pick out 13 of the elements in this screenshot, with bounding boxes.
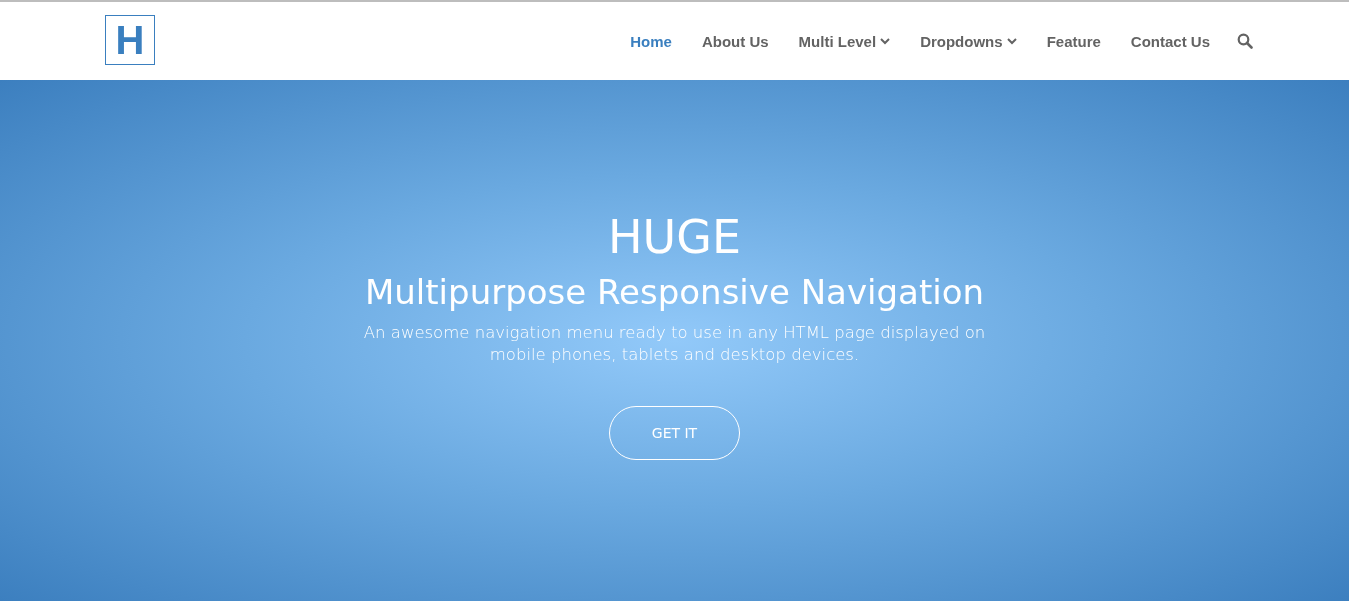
nav-link[interactable]: About Us — [686, 32, 784, 50]
nav-link[interactable]: Dropdowns — [905, 32, 1032, 50]
nav-link[interactable]: Home — [615, 32, 687, 50]
nav-link[interactable]: Contact Us — [1115, 32, 1225, 50]
nav-link[interactable]: Multi Level — [783, 32, 906, 50]
hero-title: HUGE — [608, 210, 741, 264]
search-icon[interactable] — [1237, 33, 1253, 49]
logo[interactable]: H — [105, 15, 155, 65]
nav-link[interactable]: Feature — [1031, 32, 1116, 50]
chevron-down-icon — [880, 37, 891, 45]
chevron-down-icon — [1006, 37, 1017, 45]
hero-description: An awesome navigation menu ready to use in any HTML page displayed on mobile phones, tablets and desktop devices. — [362, 322, 987, 366]
hero-subtitle: Multipurpose Responsive Navigation — [364, 271, 985, 314]
